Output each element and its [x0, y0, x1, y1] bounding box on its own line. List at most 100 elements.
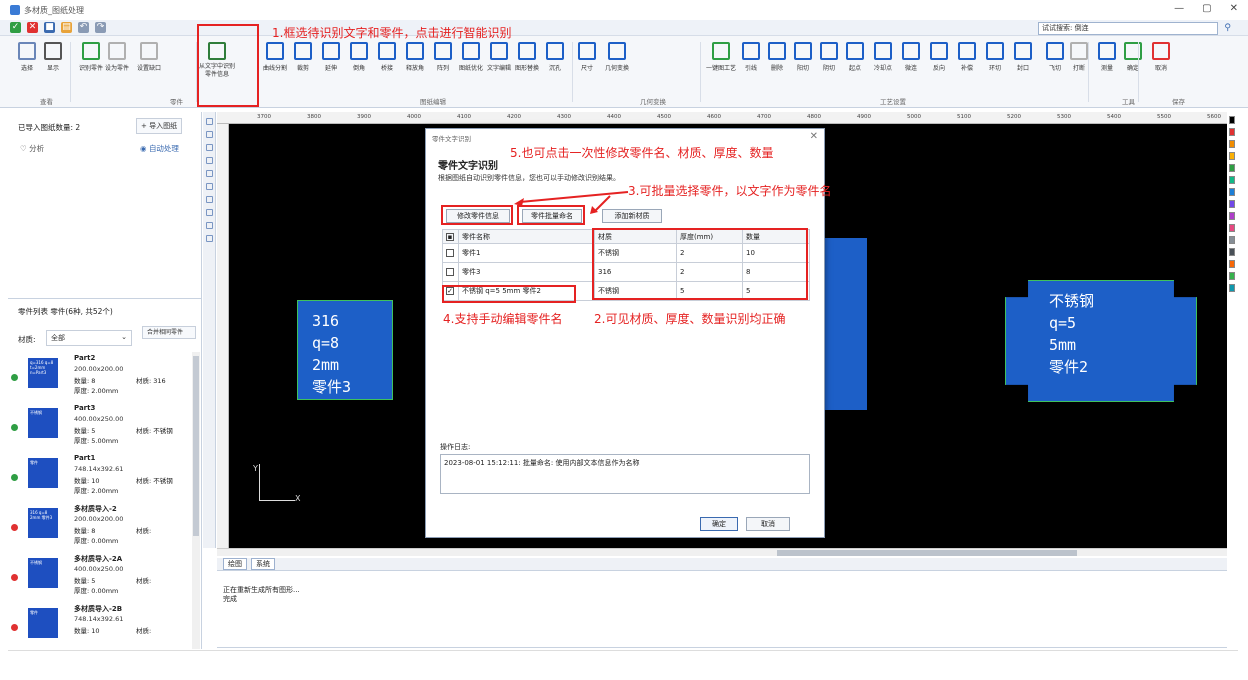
x-icon[interactable]: ✕: [27, 22, 38, 33]
ribbon-button-e5b0bae5afb8-17[interactable]: 尺寸: [574, 42, 600, 90]
close-button[interactable]: ✕: [1230, 3, 1238, 14]
check-icon[interactable]: ✓: [10, 22, 21, 33]
layer-color-swatch[interactable]: [1229, 188, 1235, 196]
tool-icon: [874, 42, 892, 60]
tool-icon: [518, 42, 536, 60]
cell-part-name[interactable]: 零件1: [458, 243, 595, 263]
layer-color-swatch[interactable]: [1229, 128, 1235, 136]
layer-color-swatch[interactable]: [1229, 284, 1235, 292]
part-material: 材质:: [136, 577, 152, 585]
layer-color-swatch[interactable]: [1229, 212, 1235, 220]
layer-color-swatch[interactable]: [1229, 176, 1235, 184]
ruler-tick-label: 5600: [1207, 114, 1221, 120]
part-list-item[interactable]: 316 q=8 2mm 零件3 多材质导入-2 200.00x200.00 数量: 8…: [8, 502, 202, 554]
rect-tool-icon[interactable]: [205, 183, 213, 190]
tool-icon: [1070, 42, 1088, 60]
cell-part-name[interactable]: 零件3: [458, 262, 595, 282]
part-list-item[interactable]: q=316 q=8 t=2mm n=Part3 Part2 200.00x200.0…: [8, 352, 202, 404]
window-controls: — ▢ ✕: [1174, 3, 1238, 14]
tool-icon: [44, 42, 62, 60]
tab-system[interactable]: 系统: [251, 558, 275, 570]
point-tool-icon[interactable]: [205, 222, 213, 229]
material-value: 全部: [51, 334, 65, 342]
search-icon[interactable]: ⚲: [1224, 23, 1231, 34]
ribbon-button-e8aebee7bdaee7bcbae58fa3-4[interactable]: 设置缺口: [136, 42, 162, 90]
part-name: Part3: [74, 404, 96, 412]
part-thickness: 厚度: 2.00mm: [74, 387, 119, 395]
material-select[interactable]: 全部 ⌄: [46, 330, 132, 346]
auto-process-icon: ◉: [140, 144, 149, 153]
cancel-button[interactable]: 取消: [746, 517, 790, 531]
save-icon[interactable]: ■: [44, 22, 55, 33]
merge-parts-button[interactable]: 合并相同零件: [142, 326, 196, 339]
layer-color-swatch[interactable]: [1229, 224, 1235, 232]
ribbon-button-e8aebee4b8bae99bb6e4bbb6-3[interactable]: 设为零件: [104, 42, 130, 90]
part-list-item[interactable]: 零件 多材质导入-2B 748.14x392.61 数量: 10 材质:: [8, 602, 202, 654]
ribbon-button-e5b081e58fa3-30[interactable]: 封口: [1010, 42, 1036, 90]
polyline-tool-icon[interactable]: [205, 196, 213, 203]
horizontal-scrollbar[interactable]: [217, 548, 1227, 556]
auto-process-button[interactable]: ◉ 自动处理: [140, 143, 200, 154]
tab-drawing[interactable]: 绘图: [223, 558, 247, 570]
part-list-scrollbar[interactable]: [192, 352, 200, 649]
layer-color-swatch[interactable]: [1229, 236, 1235, 244]
ribbon-button-e698bee7a4ba-1[interactable]: 显示: [40, 42, 66, 90]
highlight-recognize-button: [197, 24, 259, 107]
dialog-description: 根据图纸自动识别零件信息，您也可以手动修改识别结果。: [438, 174, 620, 182]
part-shape-right[interactable]: [1005, 280, 1197, 402]
dialog-title: 零件文字识别: [432, 135, 471, 143]
ribbon-button-e587a0e4bd95e58f98e68da2-18[interactable]: 几何变换: [604, 42, 630, 90]
add-material-button[interactable]: 添加新材质: [602, 209, 662, 223]
ribbon-button-e6b289e5ad94-16[interactable]: 沉孔: [542, 42, 568, 90]
part-material: 材质: 不锈钢: [136, 477, 173, 485]
redo-icon[interactable]: ↷: [95, 22, 106, 33]
layer-color-swatch[interactable]: [1229, 164, 1235, 172]
select-all-checkbox[interactable]: ▪: [446, 232, 454, 241]
maximize-button[interactable]: ▢: [1202, 3, 1211, 14]
layer-color-swatch[interactable]: [1229, 152, 1235, 160]
row-select-cell[interactable]: [442, 262, 459, 282]
ribbon-button-e4b880e994aee59bbee5b7a5-19[interactable]: 一键图工艺: [706, 42, 736, 90]
dialog-close-icon[interactable]: ✕: [810, 131, 818, 142]
part-list-item[interactable]: 零件 Part1 748.14x392.61 数量: 10 材质: 不锈钢 厚度: 2.0…: [8, 452, 202, 504]
circle-tool-icon[interactable]: [205, 170, 213, 177]
ruler-tick-label: 5000: [907, 114, 921, 120]
ok-button[interactable]: 确定: [700, 517, 738, 531]
minimize-button[interactable]: —: [1174, 3, 1184, 14]
layer-color-swatch[interactable]: [1229, 200, 1235, 208]
arc-tool-icon[interactable]: [205, 157, 213, 164]
layer-color-bar: [1228, 112, 1236, 548]
ruler-tick-label: 4300: [557, 114, 571, 120]
undo-icon[interactable]: ↶: [78, 22, 89, 33]
ruler-tick-label: 4600: [707, 114, 721, 120]
row-checkbox[interactable]: [446, 249, 454, 257]
zoom-tool-icon[interactable]: [205, 144, 213, 151]
x-axis-label: X: [295, 494, 301, 503]
status-dot: [11, 524, 18, 531]
line-tool-icon[interactable]: [205, 131, 213, 138]
row-select-cell[interactable]: [442, 243, 459, 263]
part-list-item[interactable]: 不锈钢 多材质导入-2A 400.00x250.00 数量: 5 材质: 厚度: 0.00…: [8, 552, 202, 604]
tool-icon: [266, 42, 284, 60]
part-material: 材质:: [136, 527, 152, 535]
tool-icon: [546, 42, 564, 60]
part-qty: 数量: 10: [74, 627, 100, 635]
part-list-item[interactable]: 不锈钢 Part3 400.00x250.00 数量: 5 材质: 不锈钢 厚度: 5.0…: [8, 402, 202, 454]
row-checkbox[interactable]: [446, 268, 454, 276]
ribbon: 选择 显示 识别零件 设为零件 设置缺口 从文字中识别零件信息 曲线分割 裁剪 延伸 倒角 桥接 释放…: [0, 36, 1248, 108]
search-input[interactable]: 试试搜索: 倒连 ⚲: [1038, 22, 1231, 35]
layer-color-swatch[interactable]: [1229, 260, 1235, 268]
layer-color-swatch[interactable]: [1229, 272, 1235, 280]
import-drawing-button[interactable]: + 导入图纸: [136, 118, 183, 134]
layer-color-swatch[interactable]: [1229, 248, 1235, 256]
ribbon-button-e58f96e6b688-35[interactable]: 取消: [1148, 42, 1174, 90]
open-icon[interactable]: ▤: [61, 22, 72, 33]
tool-icon: [742, 42, 760, 60]
layer-color-swatch[interactable]: [1229, 140, 1235, 148]
dimension-tool-icon[interactable]: [205, 235, 213, 242]
select-tool-icon[interactable]: [205, 118, 213, 125]
layer-color-swatch[interactable]: [1229, 116, 1235, 124]
text-tool-icon[interactable]: [205, 209, 213, 216]
log-label: 操作日志:: [440, 443, 471, 451]
select-all-cell[interactable]: ▪: [442, 229, 459, 244]
